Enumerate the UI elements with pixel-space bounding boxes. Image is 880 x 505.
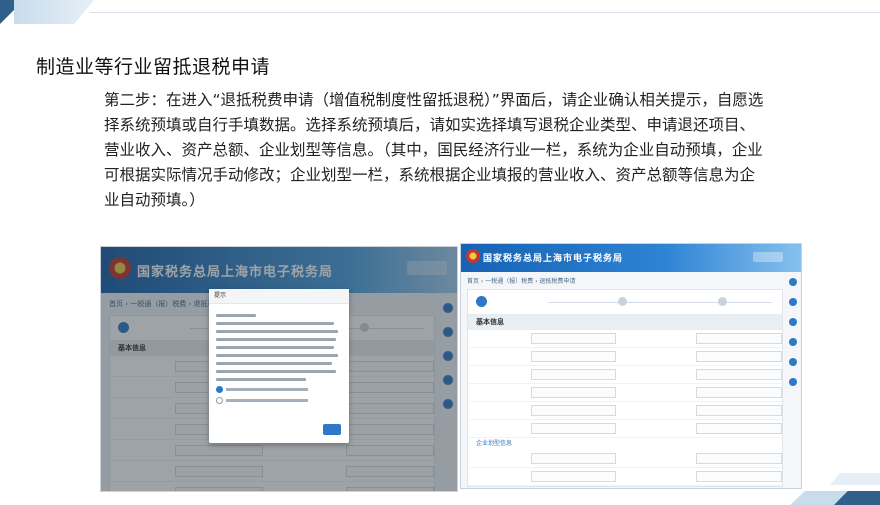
form-row [468, 402, 782, 420]
toolbar-icon[interactable] [789, 338, 797, 346]
dialog-title: 提示 [209, 289, 349, 304]
option-system-prefill[interactable] [209, 386, 349, 393]
step-active-icon [476, 296, 487, 307]
user-info [753, 252, 783, 262]
form-input[interactable] [530, 351, 617, 362]
top-divider [90, 12, 880, 13]
right-toolbar [787, 278, 799, 398]
section-header: 基本信息 [468, 315, 782, 330]
form-input[interactable] [696, 453, 782, 464]
form-input[interactable] [530, 471, 617, 482]
form-input[interactable] [696, 423, 782, 434]
form-row [468, 384, 782, 402]
confirm-button[interactable] [323, 424, 341, 435]
form-input[interactable] [530, 405, 617, 416]
form-panel: 基本信息 企业划型信息 [467, 289, 783, 487]
toolbar-icon[interactable] [789, 278, 797, 286]
form-row [468, 468, 782, 486]
form-row [468, 420, 782, 438]
portal-header: 国家税务总局上海市电子税务局 [461, 244, 801, 272]
form-input[interactable] [696, 369, 782, 380]
form-input[interactable] [696, 405, 782, 416]
tax-emblem-icon [466, 249, 480, 263]
form-input[interactable] [530, 453, 617, 464]
step-line [548, 302, 772, 303]
toolbar-icon[interactable] [789, 318, 797, 326]
slide-body-text: 第二步：在进入“退抵税费申请（增值税制度性留抵退税）”界面后，请企业确认相关提示… [104, 91, 764, 209]
radio-icon [216, 397, 223, 404]
form-row [468, 366, 782, 384]
slide-title: 制造业等行业留抵退税申请 [36, 56, 271, 78]
form-row [468, 330, 782, 348]
form-input[interactable] [530, 423, 617, 434]
form-input[interactable] [530, 333, 617, 344]
form-input[interactable] [696, 471, 782, 482]
toolbar-icon[interactable] [789, 358, 797, 366]
screenshot-basic-info-form: 国家税务总局上海市电子税务局 首页 › 一税通（报）税费 › 退抵税费申请 基本… [460, 243, 802, 489]
option-manual-fill[interactable] [209, 397, 349, 404]
toolbar-icon[interactable] [789, 298, 797, 306]
step-pending-icon [718, 297, 727, 306]
step-pending-icon [618, 297, 627, 306]
step-indicator [468, 290, 782, 315]
form-input[interactable] [696, 351, 782, 362]
portal-title: 国家税务总局上海市电子税务局 [483, 254, 624, 264]
form-row [468, 450, 782, 468]
form-row [468, 348, 782, 366]
prompt-dialog: 提示 [209, 289, 349, 443]
dialog-text [209, 304, 349, 381]
breadcrumb: 首页 › 一税通（报）税费 › 退抵税费申请 [467, 278, 576, 285]
form-input[interactable] [530, 387, 617, 398]
toolbar-icon[interactable] [789, 378, 797, 386]
radio-selected-icon [216, 386, 223, 393]
form-input[interactable] [696, 333, 782, 344]
form-input[interactable] [530, 369, 617, 380]
enterprise-type-link[interactable]: 企业划型信息 [468, 438, 782, 450]
screenshot-prompt-dialog: 国家税务总局上海市电子税务局 首页 › 一税通（报）税费 › 退抵税费申请 基本… [100, 246, 458, 492]
form-input[interactable] [696, 387, 782, 398]
